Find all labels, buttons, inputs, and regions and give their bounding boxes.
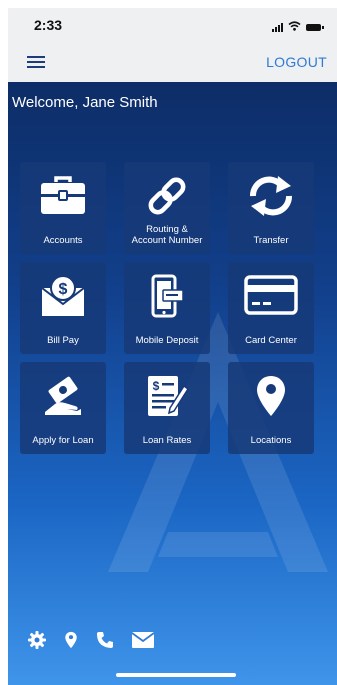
- tile-label: Mobile Deposit: [135, 335, 199, 346]
- loan-rates-icon: $: [124, 374, 210, 418]
- tile-label: Card Center: [245, 335, 297, 346]
- tile-label: Routing & Account Number: [131, 224, 203, 246]
- tile-transfer[interactable]: Transfer: [228, 162, 314, 254]
- navbar: LOGOUT: [8, 42, 337, 83]
- wifi-icon: [288, 18, 301, 36]
- link-icon: [124, 174, 210, 218]
- phone-screen: 2:33 LOGOUT Welcome, Jane Smith Accounts…: [8, 8, 337, 685]
- home-indicator: [116, 673, 236, 677]
- tile-label: Bill Pay: [47, 335, 79, 346]
- bill-pay-icon: $: [20, 274, 106, 318]
- menu-grid: Accounts Routing & Account Number Transf…: [20, 162, 330, 454]
- location-pin-icon: [228, 374, 314, 418]
- status-time: 2:33: [34, 17, 63, 33]
- mobile-deposit-icon: [124, 274, 210, 320]
- status-bar: 2:33: [8, 8, 337, 42]
- location-pin-icon[interactable]: [64, 631, 78, 649]
- tile-bill-pay[interactable]: $ Bill Pay: [20, 262, 106, 354]
- svg-text:$: $: [59, 281, 68, 298]
- loan-money-icon: [20, 374, 106, 418]
- tile-label: Accounts: [43, 235, 83, 246]
- tile-label: Apply for Loan: [32, 435, 94, 446]
- tile-label: Locations: [250, 435, 292, 446]
- battery-icon: [306, 23, 324, 31]
- svg-text:$: $: [153, 379, 160, 393]
- welcome-message: Welcome, Jane Smith: [12, 94, 158, 111]
- tile-mobile-deposit[interactable]: Mobile Deposit: [124, 262, 210, 354]
- phone-icon[interactable]: [96, 631, 114, 649]
- transfer-icon: [228, 174, 314, 218]
- status-icons: [272, 18, 324, 36]
- logout-button[interactable]: LOGOUT: [266, 54, 327, 70]
- tile-label: Loan Rates: [142, 435, 192, 446]
- mail-icon[interactable]: [132, 632, 154, 648]
- briefcase-icon: [20, 174, 106, 216]
- signal-icon: [272, 22, 283, 32]
- tile-routing-account-number[interactable]: Routing & Account Number: [124, 162, 210, 254]
- tile-locations[interactable]: Locations: [228, 362, 314, 454]
- menu-icon[interactable]: [27, 56, 45, 70]
- tile-card-center[interactable]: Card Center: [228, 262, 314, 354]
- tile-loan-rates[interactable]: $ Loan Rates: [124, 362, 210, 454]
- tile-accounts[interactable]: Accounts: [20, 162, 106, 254]
- bottom-bar: [8, 615, 337, 685]
- tile-label: Transfer: [253, 235, 289, 246]
- bottom-icons: [28, 631, 154, 649]
- dashboard: Welcome, Jane Smith Accounts Routing & A…: [8, 82, 337, 685]
- gear-icon[interactable]: [28, 631, 46, 649]
- tile-apply-for-loan[interactable]: Apply for Loan: [20, 362, 106, 454]
- credit-card-icon: [228, 274, 314, 316]
